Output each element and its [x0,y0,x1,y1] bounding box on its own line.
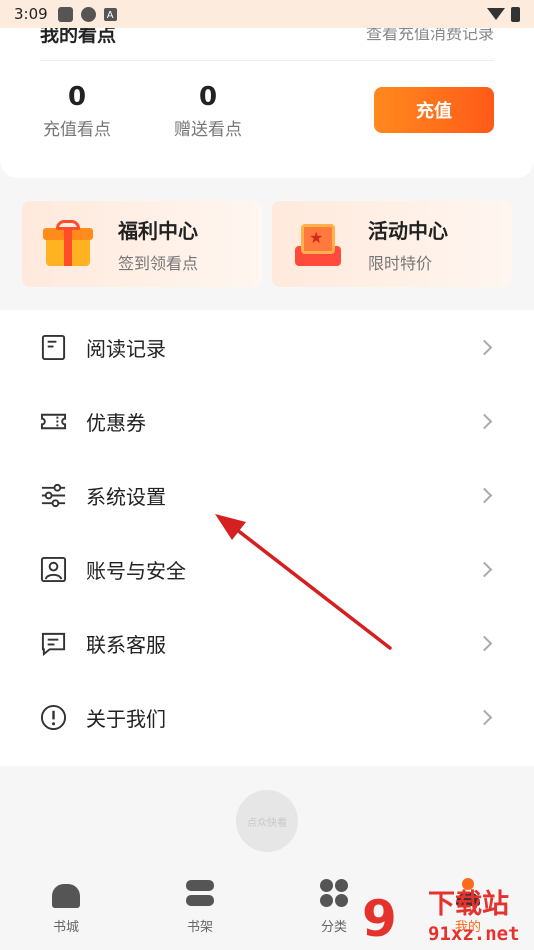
recharge-points-label: 充值看点 [43,120,111,140]
recharge-points-value: 0 [67,82,87,112]
chevron-right-icon [476,339,493,355]
account-security-icon [40,556,67,582]
account-card: 我的看点 查看充值消费记录 0 充值看点 0 赠送看点 充值 [0,28,534,178]
wifi-icon [487,8,505,20]
chevron-right-icon [476,413,493,429]
status-bar: 3:09 A [0,0,534,28]
customer-service-icon [41,632,66,656]
event-box-icon: ★ [292,218,344,270]
menu-label: 优惠券 [86,410,146,435]
app-logo-text: 点众快看 [247,817,287,829]
reading-history-icon [41,334,66,360]
menu-label: 系统设置 [86,484,166,509]
app-notification-icon [57,6,73,22]
event-center-subtitle: 限时特价 [368,253,433,273]
divider [40,60,494,61]
consumption-record-link[interactable]: 查看充值消费记录 [366,28,494,44]
welfare-center-title: 福利中心 [118,218,198,243]
home-icon [50,878,82,908]
watermark-digit: 9 [362,890,397,948]
event-center-card[interactable]: ★ 活动中心 限时特价 [272,201,512,287]
watermark-url: 91xz.net [428,923,520,945]
chevron-right-icon [476,709,493,725]
category-icon [318,878,350,908]
a-notification-icon: A [103,7,117,21]
gift-points-value: 0 [198,82,218,112]
gift-points-label: 赠送看点 [174,120,242,140]
chevron-right-icon [476,635,493,651]
gift-icon [42,218,94,270]
settings-sliders-icon [41,483,66,507]
menu-label: 联系客服 [86,632,166,657]
my-points-title: 我的看点 [40,28,117,46]
menu-item-system-settings[interactable]: 系统设置 [0,458,534,532]
menu-label: 阅读记录 [86,336,166,361]
event-center-title: 活动中心 [368,218,448,243]
status-time: 3:09 [14,5,48,23]
recharge-button[interactable]: 充值 [374,87,494,133]
tab-bookshelf[interactable]: 书架 [160,878,240,935]
app-logo: 点众快看 [236,790,298,852]
menu-item-coupon[interactable]: 优惠券 [0,384,534,458]
menu-label: 账号与安全 [86,558,186,583]
welfare-center-card[interactable]: 福利中心 签到领看点 [22,201,262,287]
menu-item-about-us[interactable]: 关于我们 [0,680,534,754]
battery-icon [511,6,520,22]
settings-menu: 阅读记录 优惠券 系统设置 账号与安全 联系客服 关于我们 [0,310,534,766]
recharge-points-stat: 0 充值看点 [27,80,127,140]
gift-points-stat: 0 赠送看点 [158,80,258,140]
tab-label: 书架 [186,920,213,935]
tab-label: 书城 [52,920,79,935]
menu-item-account-security[interactable]: 账号与安全 [0,532,534,606]
watermark-title: 下载站 [428,889,509,920]
bookshelf-icon [184,878,216,908]
coupon-icon [40,413,67,429]
chevron-right-icon [476,487,493,503]
sync-icon [80,6,96,22]
menu-item-customer-service[interactable]: 联系客服 [0,606,534,680]
site-watermark: 9 下载站 91xz.net [362,889,532,949]
chevron-right-icon [476,561,493,577]
tab-bookstore[interactable]: 书城 [26,878,106,935]
menu-item-reading-history[interactable]: 阅读记录 [0,310,534,384]
about-info-icon [40,704,67,730]
menu-label: 关于我们 [86,706,166,731]
account-card-header: 我的看点 查看充值消费记录 [40,28,494,61]
welfare-center-subtitle: 签到领看点 [118,253,199,273]
